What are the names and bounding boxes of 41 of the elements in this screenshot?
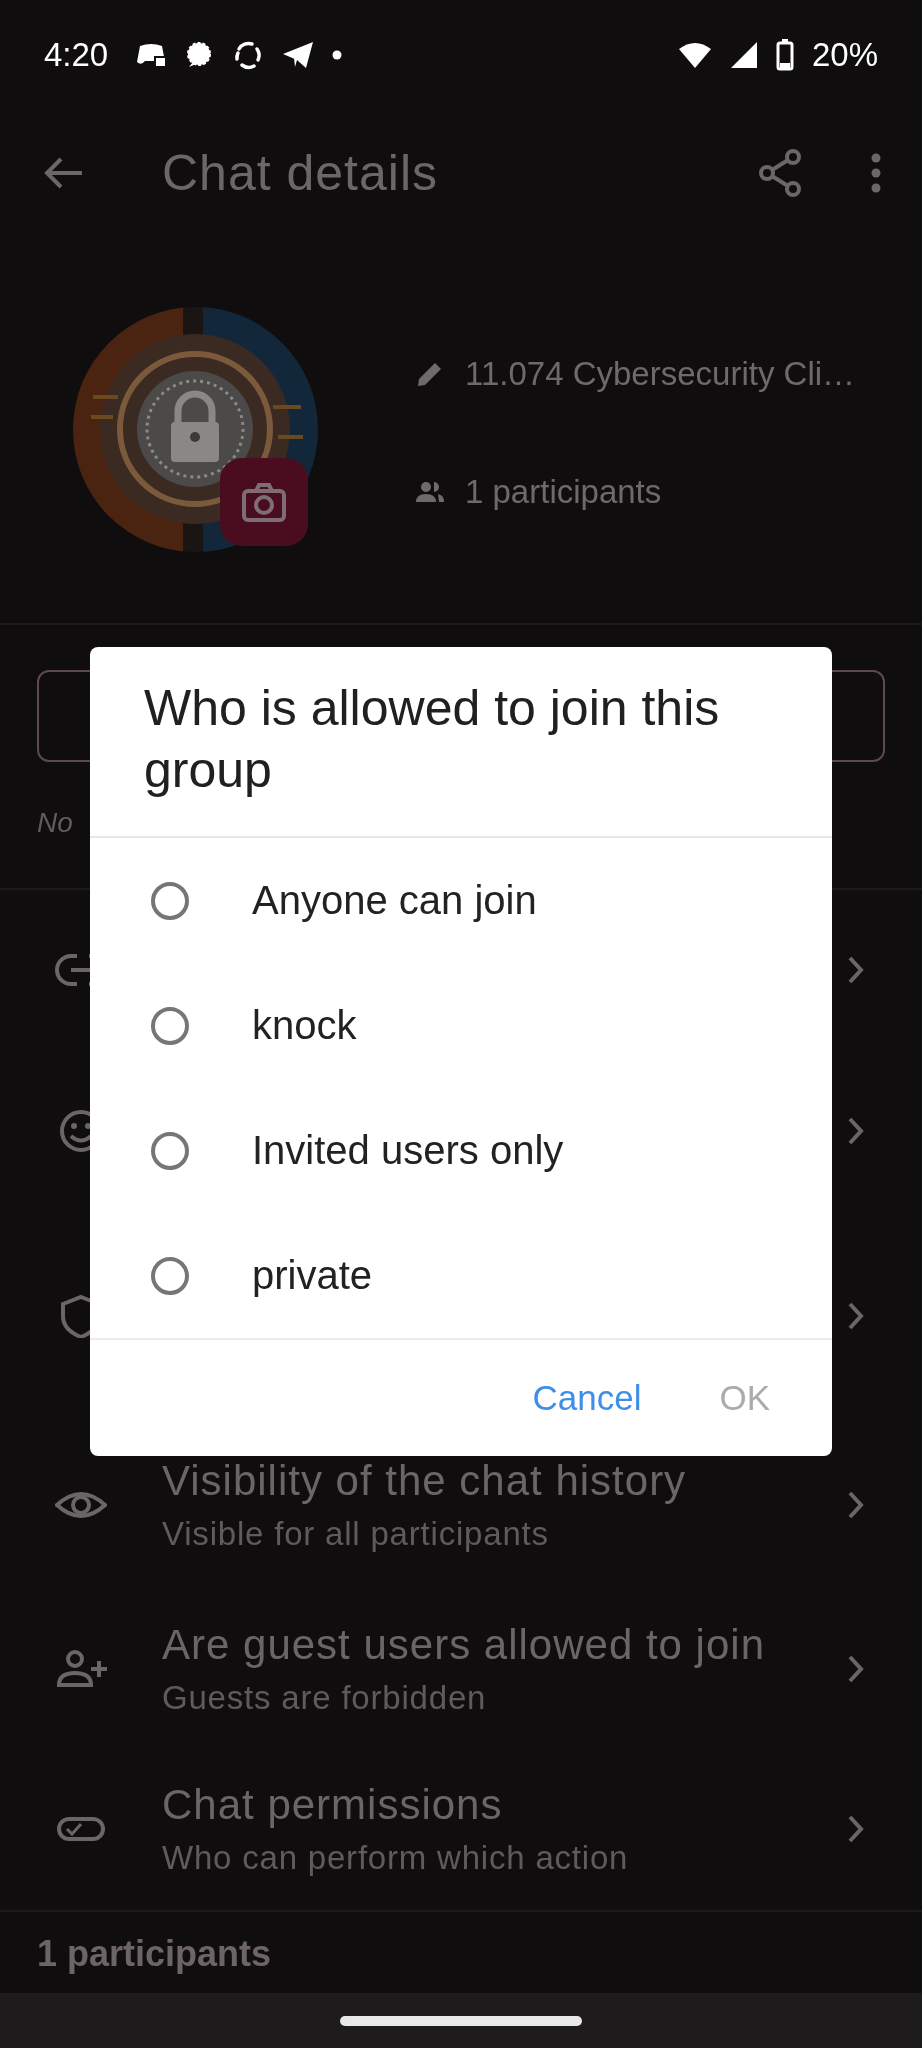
screen-title: Chat details [162, 143, 440, 202]
chevron-right-icon[interactable] [848, 956, 864, 984]
more-options-icon[interactable] [870, 152, 882, 193]
chevron-right-icon[interactable] [848, 1814, 864, 1843]
change-photo-button[interactable] [220, 458, 308, 546]
radio-option[interactable]: private [90, 1213, 832, 1338]
radio-button[interactable] [151, 881, 189, 920]
section-heading: 1 participants [37, 1932, 272, 1975]
dialog-button[interactable]: Cancel [518, 1368, 656, 1428]
radio-button[interactable] [151, 1006, 189, 1045]
status-time: 4:20 [44, 36, 109, 74]
radio-option[interactable]: knock [90, 963, 832, 1088]
wifi-icon [677, 41, 712, 69]
setting-title[interactable]: Are guest users allowed to join [162, 1620, 848, 1669]
radio-button[interactable] [151, 1256, 189, 1295]
paper-plane-icon [282, 41, 315, 69]
participant-count: 1 participants [465, 473, 662, 511]
setting-title[interactable]: Visibility of the chat history [162, 1457, 848, 1505]
back-arrow-icon[interactable] [44, 155, 84, 190]
share-icon[interactable] [758, 148, 802, 197]
dot-icon [332, 50, 343, 60]
people-icon [415, 480, 445, 504]
description-text: No [37, 807, 73, 839]
battery-percentage: 20% [811, 36, 878, 74]
chevron-right-icon[interactable] [848, 1491, 864, 1519]
setting-subtitle: Visible for all participants [162, 1515, 550, 1553]
radio-button[interactable] [151, 1131, 189, 1170]
radio-option[interactable]: Invited users only [90, 1088, 832, 1213]
radio-option[interactable]: Anyone can join [90, 838, 832, 963]
chevron-right-icon[interactable] [848, 1302, 864, 1330]
chevron-right-icon[interactable] [848, 1117, 864, 1145]
group-name[interactable]: 11.074 Cybersecurity Cli… [465, 355, 856, 393]
home-handle[interactable] [340, 2015, 582, 2026]
chevron-right-icon[interactable] [848, 1654, 864, 1683]
dialog-title: Who is allowed to join this group [90, 647, 832, 838]
setting-subtitle: Who can perform which action [162, 1838, 630, 1877]
setting-title[interactable]: Chat permissions [162, 1780, 848, 1829]
setting-subtitle: Guests are forbidden [162, 1678, 488, 1717]
signal-icon [729, 41, 758, 69]
battery-icon [775, 39, 794, 71]
camera-icon [241, 482, 287, 522]
